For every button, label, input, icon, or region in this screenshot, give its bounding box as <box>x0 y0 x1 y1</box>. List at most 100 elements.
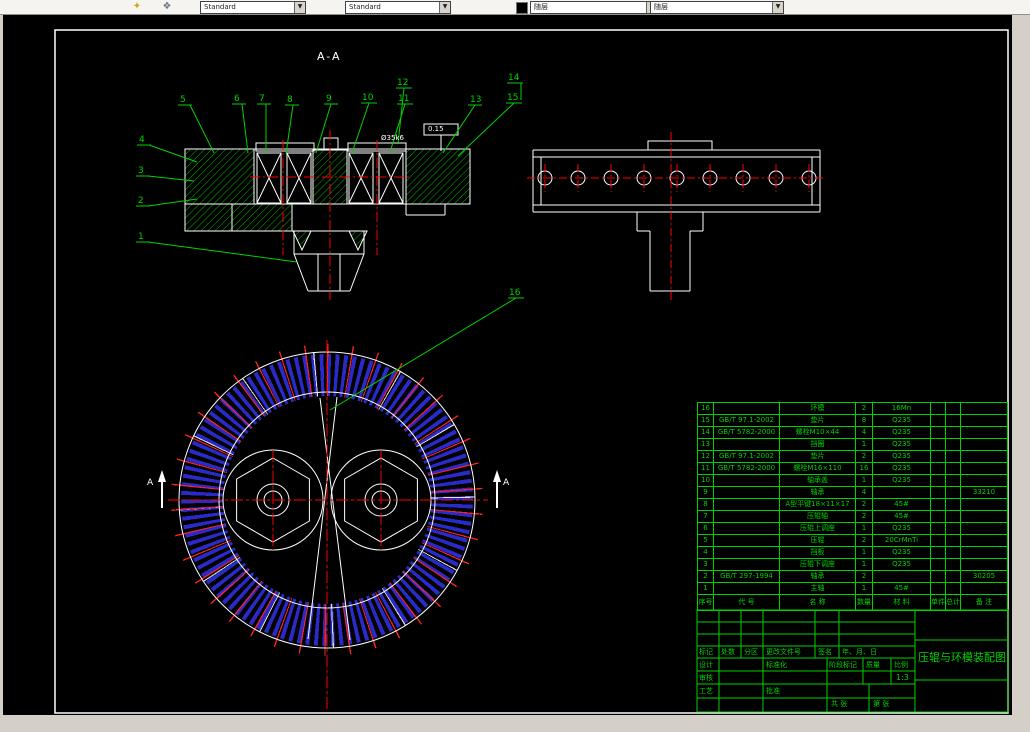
bom-cell-qty: 2 <box>856 451 873 462</box>
bom-row: 7 压辊轴 2 45# <box>698 511 1007 523</box>
part-callout-4: 4 <box>139 135 145 145</box>
tb-scale-value: 1:3 <box>896 673 909 682</box>
window-frame-right <box>1012 14 1030 732</box>
bom-row: 13 挡圈 1 Q235 <box>698 439 1007 451</box>
bom-cell-total <box>946 451 961 462</box>
bom-cell-qty: 8 <box>856 415 873 426</box>
bom-cell-unit <box>931 451 946 462</box>
part-callout-11: 11 <box>398 94 410 104</box>
bom-cell-code <box>714 583 780 594</box>
bom-cell-remark <box>961 463 1007 474</box>
bom-cell-total <box>946 415 961 426</box>
bom-cell-no: 2 <box>698 571 714 582</box>
section-arrow-label-right: A <box>503 478 510 488</box>
bom-cell-remark: 33210 <box>972 488 996 496</box>
bom-cell-qty: 4 <box>856 487 873 498</box>
bom-cell-unit <box>931 571 946 582</box>
bom-cell-qty: 16 <box>856 463 873 474</box>
bom-cell-no: 13 <box>698 439 714 450</box>
bom-cell-name: 轴承 <box>780 571 856 582</box>
bom-table: 16 环模 2 16Mn 15 GB/T 97.1-2002 垫片 8 Q235 14 GB/T 5… <box>697 402 1008 611</box>
bom-header-row: 序号代 号名 称数量材 料单件 总计 备 注 <box>698 595 1007 611</box>
blocks-icon[interactable]: ❖ <box>160 0 174 13</box>
bom-cell-material: Q235 <box>873 523 931 534</box>
part-callout-15: 15 <box>507 93 519 103</box>
chevron-down-icon[interactable]: ▼ <box>439 2 450 13</box>
tb-count-label: 处数 <box>721 648 735 656</box>
bom-cell-remark <box>961 523 1007 534</box>
bom-cell-code <box>714 523 780 534</box>
color-swatch[interactable] <box>516 2 528 14</box>
bom-row: 10 轴承盖 1 Q235 <box>698 475 1007 487</box>
bom-cell-total <box>946 499 961 510</box>
bom-cell-remark <box>961 403 1007 414</box>
bom-cell-name: 螺栓M16×110 <box>780 463 856 474</box>
bom-cell-qty: 2 <box>856 571 873 582</box>
bom-cell-code: GB/T 97.1-2002 <box>714 451 780 462</box>
bom-cell-code: GB/T 5782-2000 <box>714 427 780 438</box>
linetype-combo-value: 随层 <box>654 3 668 11</box>
bom-cell-no: 14 <box>698 427 714 438</box>
style-combo-2[interactable]: Standard ▼ <box>345 1 451 14</box>
tb-date-label: 年、月、日 <box>842 648 877 656</box>
chevron-down-icon[interactable]: ▼ <box>294 2 305 13</box>
bom-cell-no: 9 <box>698 487 714 498</box>
bom-cell-material <box>873 571 931 582</box>
bom-cell-remark <box>961 547 1007 558</box>
bom-row: 12 GB/T 97.1-2002 垫片 2 Q235 <box>698 451 1007 463</box>
part-callout-13: 13 <box>470 95 482 105</box>
bom-row: 8 A型平键18×11×17 2 45# <box>698 499 1007 511</box>
bom-cell-total <box>946 535 961 546</box>
bom-cell-no: 10 <box>698 475 714 486</box>
bom-cell-qty: 1 <box>856 547 873 558</box>
bom-cell-name: 轴承盖 <box>780 475 856 486</box>
bom-cell-qty: 2 <box>856 403 873 414</box>
bom-cell-no: 7 <box>698 511 714 522</box>
tb-changedoc-label: 更改文件号 <box>766 648 801 656</box>
bom-cell-material: Q235 <box>873 415 931 426</box>
bom-cell-name: 主轴 <box>780 583 856 594</box>
tb-zone-label: 分区 <box>744 648 758 656</box>
bom-cell-total <box>946 427 961 438</box>
color-combo[interactable]: 随层 ▼ <box>530 1 658 14</box>
part-callout-1: 1 <box>138 232 144 242</box>
tb-process-label: 工艺 <box>699 687 713 695</box>
part-callout-6: 6 <box>234 94 240 104</box>
bom-cell-name: 垫片 <box>780 415 856 426</box>
bom-cell-total <box>946 511 961 522</box>
bom-cell-total <box>946 487 961 498</box>
style-combo-1[interactable]: Standard ▼ <box>200 1 306 14</box>
bom-cell-total <box>946 571 961 582</box>
tb-sign-label: 签名 <box>818 648 832 656</box>
app-icon[interactable]: ✦ <box>130 0 144 13</box>
bom-row: 4 挡板 1 Q235 <box>698 547 1007 559</box>
bom-cell-code: GB/T 97.1-2002 <box>714 415 780 426</box>
bom-row: 1 主轴 1 45# <box>698 583 1007 595</box>
bom-cell-total <box>946 475 961 486</box>
bom-row: 11 GB/T 5782-2000 螺栓M16×110 16 Q235 <box>698 463 1007 475</box>
bom-cell-unit <box>931 559 946 570</box>
tb-sheet-no: 第 张 <box>873 700 890 708</box>
bom-cell-unit <box>931 439 946 450</box>
tb-check-label: 审核 <box>699 674 713 682</box>
bom-cell-unit <box>931 463 946 474</box>
bom-cell-code <box>714 547 780 558</box>
part-callout-16: 16 <box>509 288 521 298</box>
bom-cell-name: A型平键18×11×17 <box>780 499 856 510</box>
bom-cell-remark <box>961 451 1007 462</box>
bom-cell-no: 6 <box>698 523 714 534</box>
bom-cell-remark <box>961 415 1007 426</box>
bom-cell-unit <box>931 403 946 414</box>
chevron-down-icon[interactable]: ▼ <box>772 2 783 13</box>
linetype-combo[interactable]: 随层 ▼ <box>650 1 784 14</box>
bom-cell-code <box>714 559 780 570</box>
part-callout-14: 14 <box>508 73 520 83</box>
bom-cell-no: 序号 <box>698 595 714 610</box>
bom-cell-code: GB/T 297-1994 <box>714 571 780 582</box>
toolbar: ✦ ❖ Standard ▼ Standard ▼ 随层 ▼ 随层 ▼ <box>0 0 1030 15</box>
bom-cell-qty: 1 <box>856 475 873 486</box>
bom-cell-total <box>946 559 961 570</box>
bom-cell-qty: 2 <box>856 511 873 522</box>
tb-design-label: 设计 <box>699 661 713 669</box>
bom-cell-no: 11 <box>698 463 714 474</box>
